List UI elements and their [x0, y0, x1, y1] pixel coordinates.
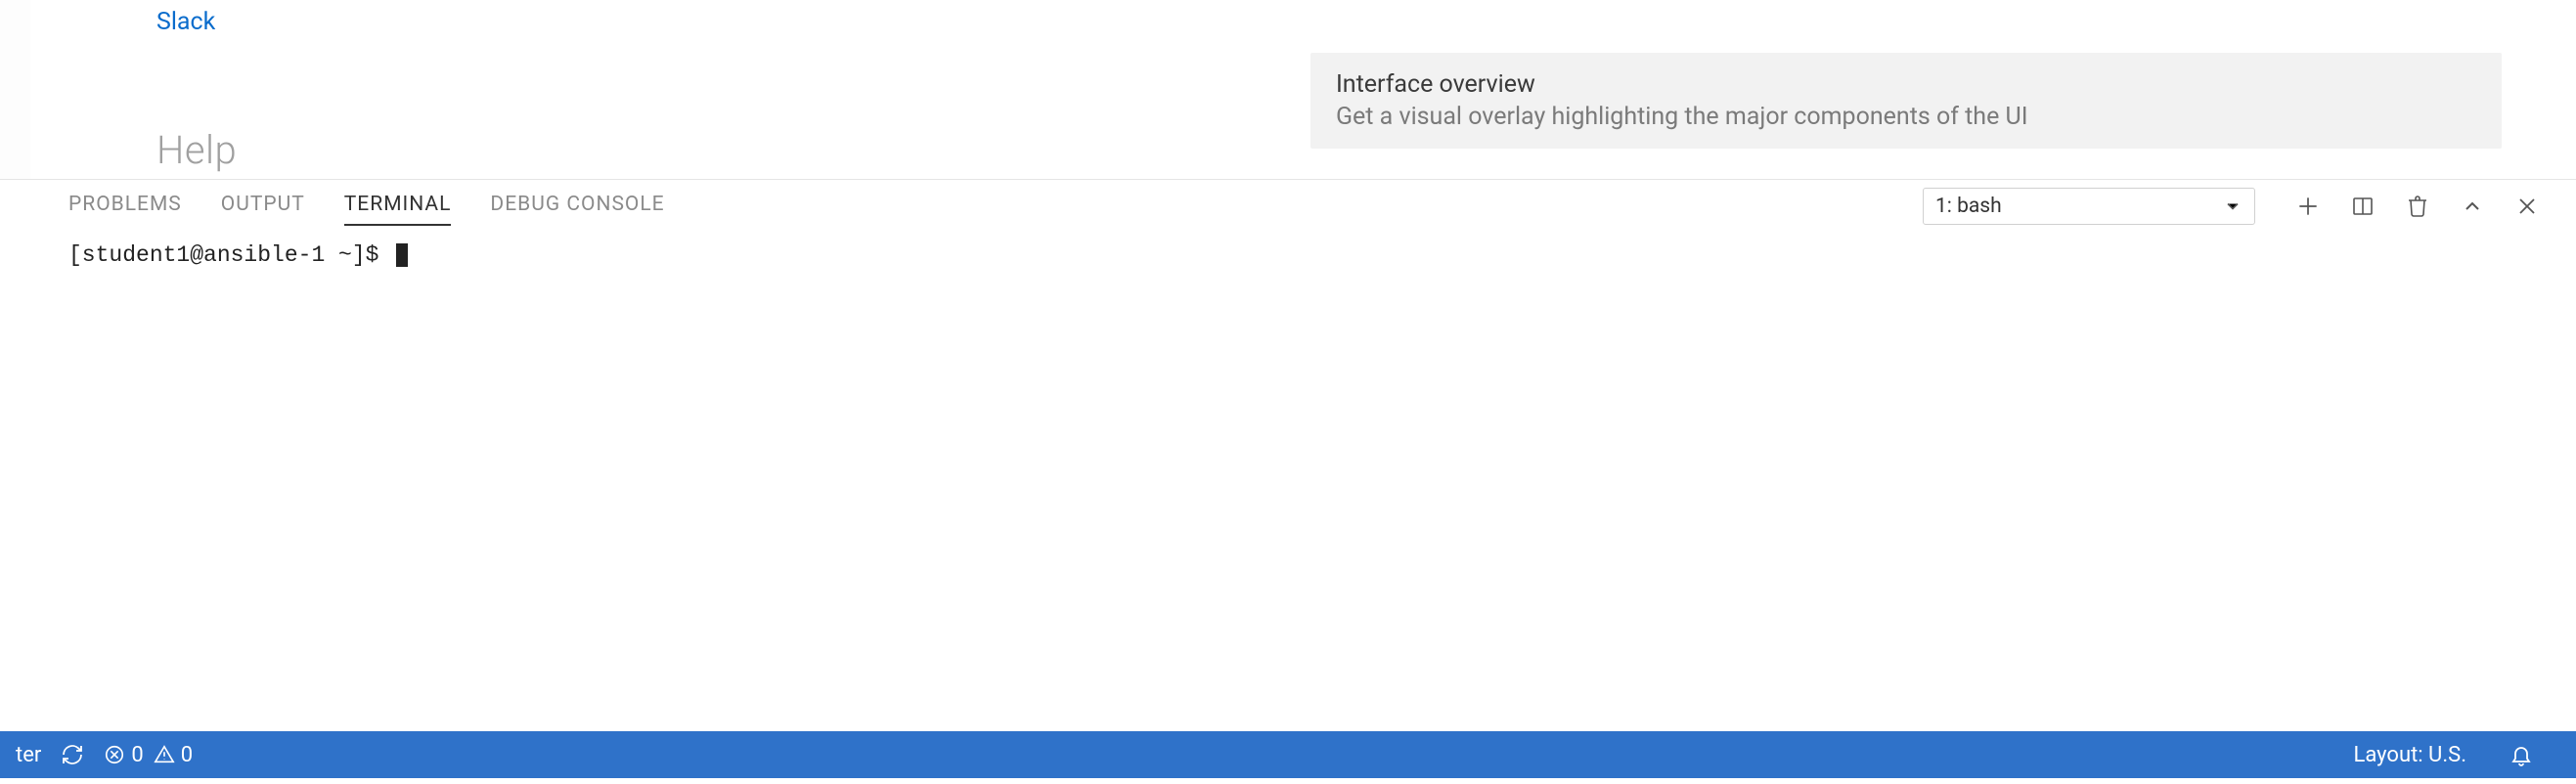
status-remote-fragment[interactable]: ter	[16, 743, 41, 767]
help-heading: Help	[156, 127, 237, 173]
terminal-cursor	[396, 243, 408, 267]
terminal-select[interactable]: 1: bash	[1923, 188, 2255, 225]
chevron-up-icon	[2461, 195, 2484, 218]
kill-terminal-button[interactable]	[2396, 185, 2439, 228]
trash-icon	[2406, 195, 2429, 218]
warning-count: 0	[181, 743, 193, 767]
close-icon	[2515, 195, 2539, 218]
terminal-select-label: 1: bash	[1935, 195, 2002, 218]
status-keyboard-layout[interactable]: Layout: U.S.	[2354, 743, 2467, 767]
panel: PROBLEMS OUTPUT TERMINAL DEBUG CONSOLE 1…	[0, 180, 2576, 731]
split-terminal-button[interactable]	[2341, 185, 2384, 228]
close-panel-button[interactable]	[2506, 185, 2549, 228]
warning-icon	[154, 744, 175, 765]
status-notifications[interactable]	[2509, 743, 2533, 766]
terminal-body[interactable]: [student1@ansible-1 ~]$	[0, 233, 2576, 278]
error-icon	[104, 744, 125, 765]
walkthrough-card-interface-overview[interactable]: Interface overview Get a visual overlay …	[1310, 53, 2502, 149]
chevron-down-icon	[2223, 196, 2243, 216]
error-count: 0	[131, 743, 143, 767]
card-title: Interface overview	[1336, 70, 2476, 99]
split-icon	[2351, 195, 2375, 218]
status-bar: ter 0 0 Layout: U.S.	[0, 731, 2576, 778]
slack-link[interactable]: Slack	[156, 8, 215, 36]
tab-debug-console[interactable]: DEBUG CONSOLE	[490, 187, 664, 226]
activity-bar-fragment	[0, 0, 30, 179]
maximize-panel-button[interactable]	[2451, 185, 2494, 228]
terminal-prompt: [student1@ansible-1 ~]$	[68, 242, 392, 268]
welcome-area: Slack Help Interface overview Get a visu…	[0, 0, 2576, 180]
new-terminal-button[interactable]	[2287, 185, 2330, 228]
tab-problems[interactable]: PROBLEMS	[68, 187, 182, 226]
panel-tab-bar: PROBLEMS OUTPUT TERMINAL DEBUG CONSOLE 1…	[0, 180, 2576, 233]
bell-icon	[2509, 743, 2533, 766]
tab-output[interactable]: OUTPUT	[221, 187, 305, 226]
card-subtitle: Get a visual overlay highlighting the ma…	[1336, 103, 2476, 131]
plus-icon	[2295, 194, 2321, 219]
status-sync[interactable]	[61, 743, 84, 766]
layout-label: Layout: U.S.	[2354, 743, 2467, 767]
sync-icon	[61, 743, 84, 766]
tab-terminal[interactable]: TERMINAL	[344, 187, 452, 226]
terminal-line: [student1@ansible-1 ~]$	[68, 242, 2508, 268]
status-problems[interactable]: 0 0	[104, 743, 193, 767]
status-remote-label: ter	[16, 743, 41, 767]
